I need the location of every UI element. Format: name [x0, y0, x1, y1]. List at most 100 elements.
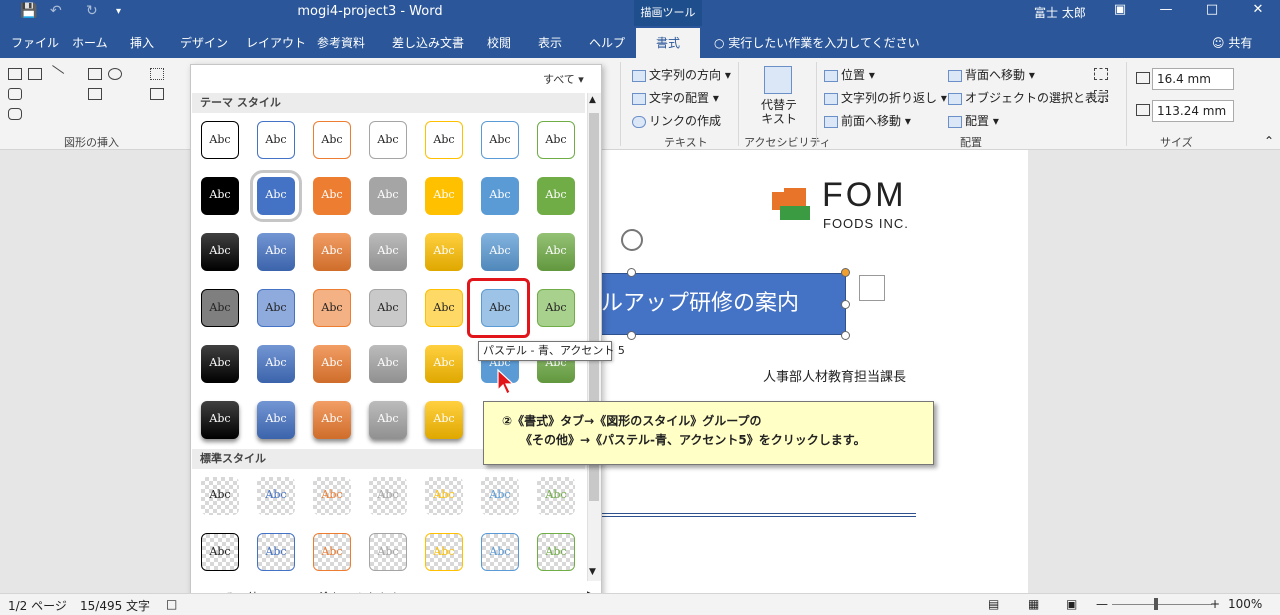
rotate-icon[interactable] — [1094, 90, 1108, 102]
standard-style-swatch[interactable]: Abc — [425, 533, 463, 571]
tab-references[interactable]: 参考資料 — [317, 34, 365, 51]
standard-style-swatch[interactable]: Abc — [201, 477, 239, 515]
shape-line-icon[interactable] — [45, 65, 65, 83]
style-swatch[interactable]: Abc — [313, 177, 351, 215]
style-swatch[interactable]: Abc — [201, 121, 239, 159]
align-text-button[interactable]: 文字の配置 ▾ — [632, 89, 719, 106]
zoom-level[interactable]: 100% — [1228, 597, 1262, 611]
style-swatch[interactable]: Abc — [425, 233, 463, 271]
word-count[interactable]: 15/495 文字 — [80, 597, 150, 614]
style-swatch[interactable]: Abc — [425, 121, 463, 159]
web-layout-icon[interactable]: ▣ — [1066, 597, 1077, 611]
send-backward-button[interactable]: 背面へ移動 ▾ — [948, 66, 1035, 83]
selection-pane-button[interactable]: オブジェクトの選択と表示 — [948, 89, 1109, 106]
style-swatch[interactable]: Abc — [425, 401, 463, 439]
style-swatch[interactable]: Abc — [537, 177, 575, 215]
shape-rectangle-icon[interactable] — [88, 68, 102, 80]
style-swatch[interactable]: Abc — [481, 233, 519, 271]
collapse-ribbon-icon[interactable]: ⌃ — [1264, 134, 1274, 148]
style-swatch[interactable]: Abc — [257, 121, 295, 159]
shape-vtextbox-icon[interactable] — [28, 68, 42, 80]
proofing-icon[interactable]: □ — [166, 597, 177, 611]
edit-shape-icon[interactable] — [150, 68, 164, 80]
alt-text-icon[interactable] — [764, 66, 792, 94]
standard-style-swatch[interactable]: Abc — [537, 533, 575, 571]
style-swatch[interactable]: Abc — [257, 345, 295, 383]
style-swatch[interactable]: Abc — [425, 345, 463, 383]
zoom-slider[interactable] — [1112, 604, 1212, 605]
shape-arrow-icon[interactable] — [88, 88, 102, 100]
resize-handle[interactable] — [841, 268, 850, 277]
style-swatch[interactable]: Abc — [369, 289, 407, 327]
resize-handle[interactable] — [841, 300, 850, 309]
zoom-slider-thumb[interactable] — [1154, 598, 1158, 610]
standard-style-swatch[interactable]: Abc — [425, 477, 463, 515]
style-swatch[interactable]: Abc — [313, 289, 351, 327]
rotate-handle-icon[interactable] — [621, 229, 643, 251]
style-swatch[interactable]: Abc — [201, 401, 239, 439]
style-swatch[interactable]: Abc — [257, 401, 295, 439]
shape-oval-icon[interactable] — [108, 68, 122, 80]
gallery-filter-dropdown[interactable]: すべて ▾ — [543, 71, 584, 87]
style-swatch[interactable]: Abc — [201, 289, 239, 327]
ribbon-display-icon[interactable]: ▣ — [1110, 2, 1130, 17]
create-link-button[interactable]: リンクの作成 — [632, 112, 721, 129]
layout-options-icon[interactable] — [859, 275, 885, 301]
tab-file[interactable]: ファイル — [11, 34, 59, 51]
standard-style-swatch[interactable]: Abc — [537, 477, 575, 515]
user-name[interactable]: 富士 太郎 — [1034, 4, 1086, 21]
textbox-draw-icon[interactable] — [150, 88, 164, 100]
style-swatch[interactable]: Abc — [425, 289, 463, 327]
style-swatch[interactable]: Abc — [201, 233, 239, 271]
tell-me-search[interactable]: ○ 実行したい作業を入力してください — [714, 34, 920, 51]
read-mode-icon[interactable]: ▤ — [988, 597, 999, 611]
width-input[interactable]: 113.24 mm — [1152, 100, 1234, 122]
standard-style-swatch[interactable]: Abc — [481, 533, 519, 571]
standard-style-swatch[interactable]: Abc — [257, 477, 295, 515]
alt-text-button[interactable]: 代替テ キスト — [761, 98, 797, 126]
print-layout-icon[interactable]: ▦ — [1028, 597, 1039, 611]
standard-style-swatch[interactable]: Abc — [257, 533, 295, 571]
style-swatch[interactable]: Abc — [369, 345, 407, 383]
resize-handle[interactable] — [627, 268, 636, 277]
tab-help[interactable]: ヘルプ — [589, 34, 625, 51]
tab-layout[interactable]: レイアウト — [246, 34, 306, 51]
style-swatch[interactable]: Abc — [201, 177, 239, 215]
scroll-up-icon[interactable]: ▲ — [589, 95, 596, 105]
style-swatch[interactable]: Abc — [313, 401, 351, 439]
tab-view[interactable]: 表示 — [538, 34, 562, 51]
style-swatch[interactable]: Abc — [537, 121, 575, 159]
style-swatch[interactable]: Abc — [481, 121, 519, 159]
style-swatch[interactable]: Abc — [250, 170, 302, 222]
group-objects-icon[interactable] — [1094, 68, 1108, 80]
zoom-out-icon[interactable]: — — [1096, 597, 1108, 611]
maximize-icon[interactable]: □ — [1202, 2, 1222, 17]
style-swatch[interactable]: Abc — [201, 345, 239, 383]
style-swatch[interactable]: Abc — [369, 177, 407, 215]
style-swatch[interactable]: Abc — [369, 233, 407, 271]
style-swatch[interactable]: Abc — [425, 177, 463, 215]
style-swatch[interactable]: Abc — [257, 233, 295, 271]
align-button[interactable]: 配置 ▾ — [948, 112, 999, 129]
resize-handle[interactable] — [841, 331, 850, 340]
style-swatch[interactable]: Abc — [369, 121, 407, 159]
style-swatch[interactable]: Abc — [537, 233, 575, 271]
tab-format[interactable]: 書式 — [636, 28, 700, 58]
standard-style-swatch[interactable]: Abc — [313, 477, 351, 515]
title-shape[interactable]: ルアップ研修の案内 — [600, 273, 846, 335]
shape-rounded-rect-icon[interactable] — [8, 88, 22, 100]
style-swatch[interactable]: Abc — [369, 401, 407, 439]
wrap-text-button[interactable]: 文字列の折り返し ▾ — [824, 89, 947, 106]
shape-brace-icon[interactable] — [88, 108, 102, 120]
style-swatch[interactable]: Abc — [313, 345, 351, 383]
resize-handle[interactable] — [627, 331, 636, 340]
tab-mailings[interactable]: 差し込み文書 — [392, 34, 464, 51]
shape-textbox-icon[interactable] — [8, 68, 22, 80]
standard-style-swatch[interactable]: Abc — [369, 477, 407, 515]
style-swatch[interactable]: Abc — [257, 289, 295, 327]
style-swatch[interactable]: Abc — [313, 233, 351, 271]
zoom-in-icon[interactable]: + — [1210, 597, 1220, 611]
share-button[interactable]: ☺ 共有 — [1212, 34, 1252, 51]
height-input[interactable]: 16.4 mm — [1152, 68, 1234, 90]
style-swatch[interactable]: Abc — [313, 121, 351, 159]
